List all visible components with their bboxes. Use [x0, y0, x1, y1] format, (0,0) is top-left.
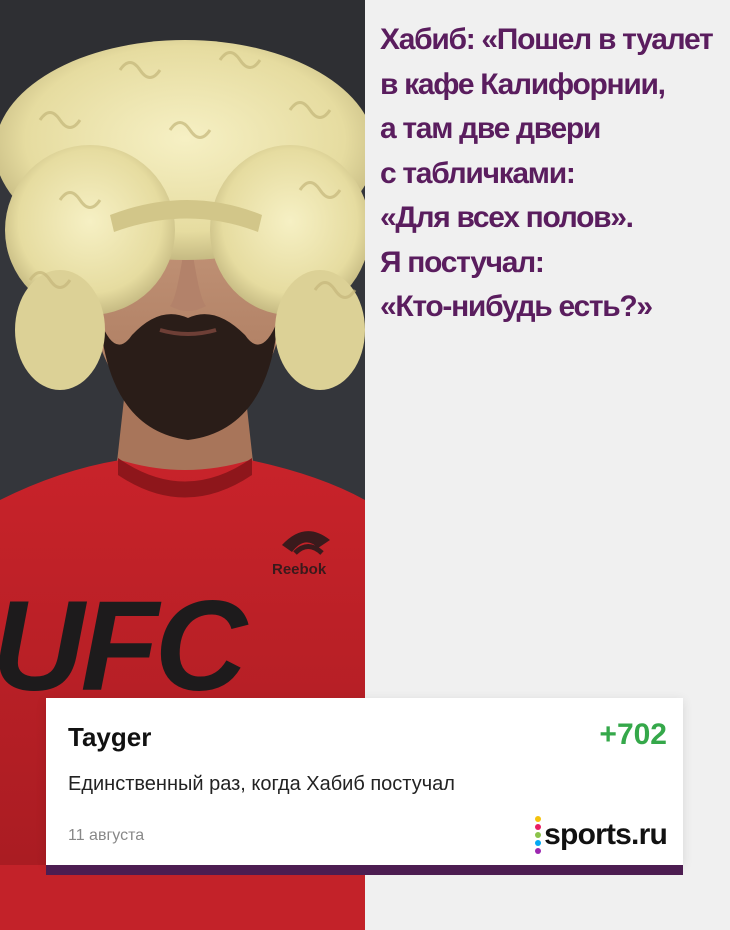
comment-date: 11 августа: [68, 827, 145, 844]
card-accent-bar: [46, 865, 683, 875]
headline-quote: Хабиб: «Пошел в туалет в кафе Калифорнии…: [380, 23, 714, 323]
post-card: Reebok UFC Хабиб: «Пошел в туалет в кафе…: [0, 0, 730, 930]
comment-text: Единственный раз, когда Хабиб постучал: [68, 773, 455, 795]
comment-card: Tayger +702 Единственный раз, когда Хаби…: [46, 698, 683, 865]
reebok-label: Reebok: [272, 561, 327, 578]
logo-dots-icon: [535, 816, 542, 854]
comment-score: +702: [599, 718, 667, 751]
sports-ru-logo: sports.ru: [535, 816, 668, 854]
logo-wordmark: sports.ru: [544, 818, 668, 851]
ufc-logo: UFC: [0, 575, 249, 718]
comment-author: Tayger: [68, 722, 152, 752]
